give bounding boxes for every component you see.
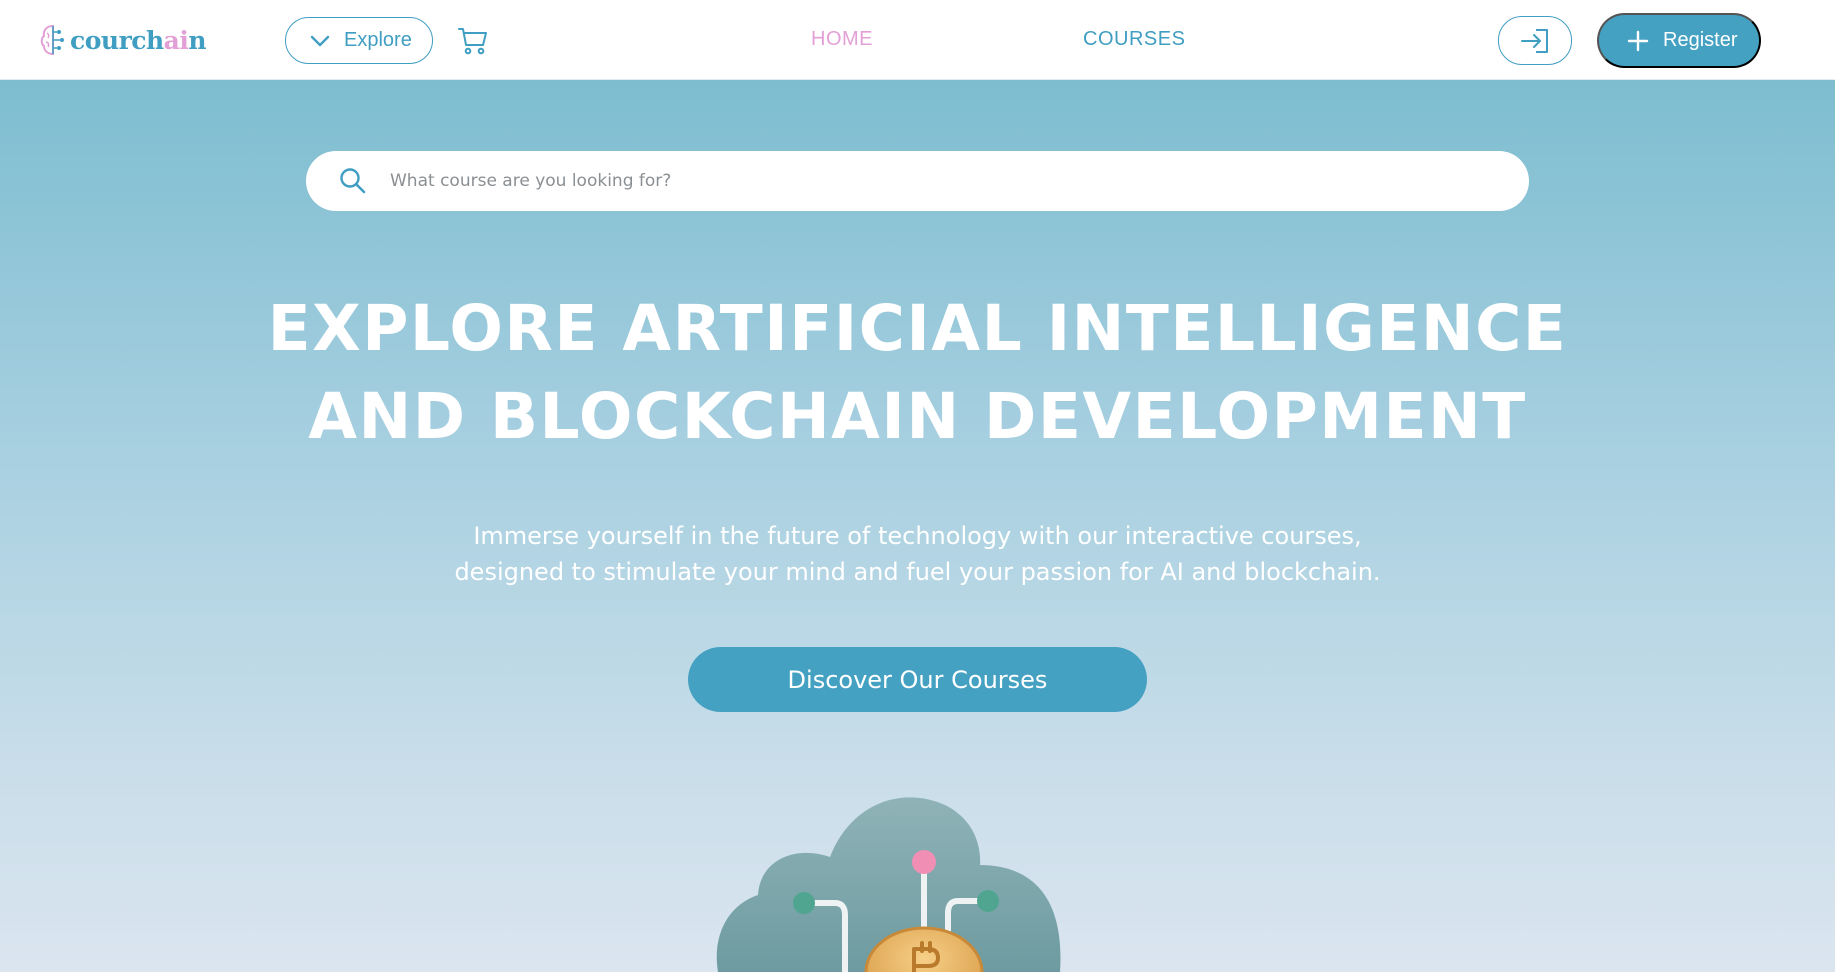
register-label: Register — [1663, 29, 1738, 51]
hero-title-line-2: AND BLOCKCHAIN DEVELOPMENT — [308, 380, 1527, 453]
chevron-down-icon — [310, 35, 330, 46]
hero-subtitle-line-1: Immerse yourself in the future of techno… — [473, 522, 1362, 550]
brain-circuit-icon — [40, 24, 64, 56]
hero-section: EXPLORE ARTIFICIAL INTELLIGENCE AND BLOC… — [0, 80, 1835, 972]
node-right — [977, 890, 999, 912]
logo[interactable]: courchain — [40, 22, 207, 58]
ai-blockchain-illustration — [716, 797, 1061, 972]
hero-subtitle: Immerse yourself in the future of techno… — [400, 518, 1435, 590]
cart-icon[interactable] — [457, 24, 489, 56]
discover-courses-button[interactable]: Discover Our Courses — [688, 647, 1147, 712]
hero-subtitle-line-2: designed to stimulate your mind and fuel… — [454, 558, 1381, 586]
login-icon — [1521, 28, 1548, 53]
plus-icon — [1627, 30, 1649, 51]
nav-link-home[interactable]: HOME — [811, 28, 873, 51]
search-input[interactable] — [390, 161, 1490, 201]
hero-title: EXPLORE ARTIFICIAL INTELLIGENCE AND BLOC… — [150, 285, 1685, 461]
register-button[interactable]: Register — [1597, 13, 1761, 68]
node-left — [793, 892, 815, 914]
nav-link-courses[interactable]: COURSES — [1083, 28, 1185, 51]
top-navbar: courchain Explore HOME COURSES Register — [0, 0, 1835, 80]
search-bar — [306, 151, 1529, 211]
login-button[interactable] — [1498, 16, 1572, 65]
logo-text: courchain — [70, 25, 207, 55]
node-top — [912, 850, 936, 874]
hero-title-line-1: EXPLORE ARTIFICIAL INTELLIGENCE — [267, 292, 1568, 365]
explore-button[interactable]: Explore — [285, 17, 433, 64]
search-icon[interactable] — [338, 166, 368, 196]
explore-label: Explore — [344, 29, 412, 51]
